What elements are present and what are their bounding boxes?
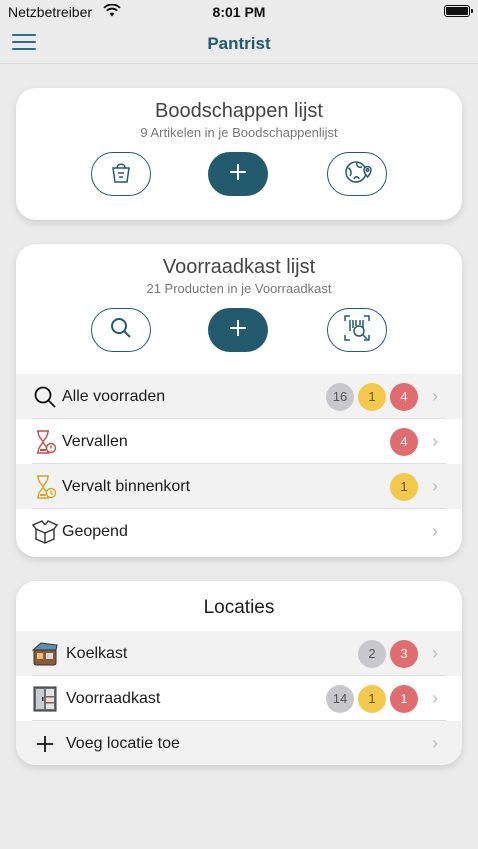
list-item-expiring-soon[interactable]: Vervalt binnenkort 1 › xyxy=(16,464,462,509)
list-item-all-stock[interactable]: Alle voorraden 16 1 4 › xyxy=(16,374,462,419)
chevron-right-icon: › xyxy=(432,431,438,451)
list-item-label: Voorraadkast xyxy=(66,689,161,707)
open-box-icon xyxy=(30,519,60,544)
fridge-icon xyxy=(30,641,60,667)
pantry-list-title[interactable]: Voorraadkast lijst xyxy=(16,256,462,279)
globe-location-icon xyxy=(342,157,372,192)
shopping-list-title[interactable]: Boodschappen lijst xyxy=(16,100,462,123)
status-bar: Netzbetreiber 8:01 PM xyxy=(0,0,478,24)
plus-icon xyxy=(30,734,60,754)
add-location-row[interactable]: Voeg locatie toe › xyxy=(16,721,462,765)
add-pantry-item-button[interactable] xyxy=(208,308,268,352)
list-item-label: Vervalt binnenkort xyxy=(62,477,191,495)
locations-card: Locaties Koelkast 2 3 › Voorraadkast 14 … xyxy=(16,581,462,765)
list-item-expired[interactable]: Vervallen 4 › xyxy=(16,419,462,464)
locations-list: Koelkast 2 3 › Voorraadkast 14 1 1 › Voe… xyxy=(16,631,462,765)
list-item-label: Koelkast xyxy=(66,644,128,662)
total-count-badge: 16 xyxy=(326,382,354,411)
list-item-label: Alle voorraden xyxy=(62,387,166,405)
add-shopping-item-button[interactable] xyxy=(208,152,268,196)
chevron-right-icon: › xyxy=(432,688,438,708)
expired-badge: 4 xyxy=(390,382,418,411)
expiring-soon-badge: 1 xyxy=(358,684,386,713)
search-icon xyxy=(109,316,133,345)
total-count-badge: 2 xyxy=(358,639,386,668)
locations-title: Locaties xyxy=(203,597,275,618)
chevron-right-icon: › xyxy=(432,521,438,541)
list-item-label: Voeg locatie toe xyxy=(66,734,180,752)
list-item-label: Vervallen xyxy=(62,432,128,450)
list-item-fridge[interactable]: Koelkast 2 3 › xyxy=(16,631,462,676)
pantry-filter-list: Alle voorraden 16 1 4 › Vervallen 4 › Ve… xyxy=(16,374,462,554)
pantry-actions xyxy=(16,308,462,354)
barcode-scan-icon xyxy=(342,313,372,348)
total-count-badge: 14 xyxy=(326,684,354,713)
expiring-soon-badge: 1 xyxy=(390,472,418,501)
chevron-right-icon: › xyxy=(432,476,438,496)
clock: 8:01 PM xyxy=(212,4,266,20)
chevron-right-icon: › xyxy=(432,733,438,753)
list-item-label: Geopend xyxy=(62,522,128,540)
expired-badge: 1 xyxy=(390,684,418,713)
scan-barcode-button[interactable] xyxy=(327,308,387,352)
plus-icon xyxy=(228,162,248,187)
list-item-opened[interactable]: Geopend › xyxy=(16,509,462,554)
expiring-soon-badge: 1 xyxy=(358,382,386,411)
plus-icon xyxy=(228,318,248,343)
shopping-bag-icon xyxy=(107,158,135,191)
search-icon xyxy=(30,385,60,409)
chevron-right-icon: › xyxy=(432,643,438,663)
expired-badge: 3 xyxy=(390,639,418,668)
navigation-bar: Pantrist xyxy=(0,24,478,64)
pantry-list-subtitle: 21 Producten in je Voorraadkast xyxy=(146,281,332,296)
pantry-list-card: Voorraadkast lijst 21 Producten in je Vo… xyxy=(16,244,462,557)
shopping-bag-button[interactable] xyxy=(91,152,151,196)
app-title: Pantrist xyxy=(207,34,271,53)
shopping-list-subtitle: 9 Artikelen in je Boodschappenlijst xyxy=(140,125,338,140)
store-map-button[interactable] xyxy=(327,152,387,196)
hourglass-expired-icon xyxy=(30,429,60,455)
chevron-right-icon: › xyxy=(432,386,438,406)
shopping-list-card: Boodschappen lijst 9 Artikelen in je Boo… xyxy=(16,88,462,220)
search-pantry-button[interactable] xyxy=(91,308,151,352)
list-item-pantry[interactable]: Voorraadkast 14 1 1 › xyxy=(16,676,462,721)
shopping-actions xyxy=(16,152,462,198)
battery-icon xyxy=(444,5,473,17)
cupboard-icon xyxy=(30,685,60,713)
hourglass-expiring-icon xyxy=(30,474,60,500)
expired-badge: 4 xyxy=(390,427,418,456)
